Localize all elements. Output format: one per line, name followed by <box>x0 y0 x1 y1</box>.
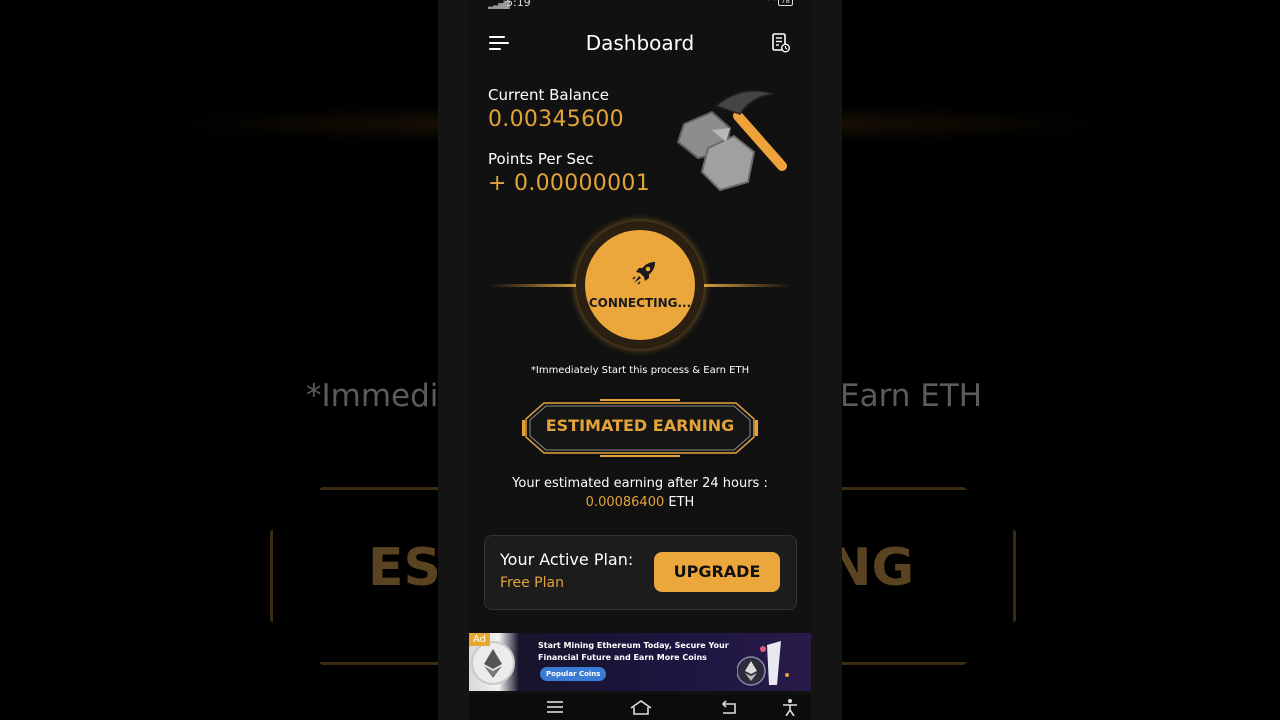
pickaxe-rocks-icon <box>676 90 787 192</box>
mining-start-button[interactable]: CONNECTING... <box>576 221 704 349</box>
points-per-sec-value: + 0.00000001 <box>488 171 650 196</box>
ad-popular-coins-button[interactable]: Popular Coins <box>540 667 607 681</box>
status-bar: ▂▃▅▇ 5:19 ◠ 78 <box>488 0 793 10</box>
estimated-earning-label: ESTIMATED EARNING <box>545 416 735 435</box>
background-echo-left: *Immedi <box>306 378 439 414</box>
active-plan-label: Your Active Plan: <box>500 550 634 569</box>
page-title: Dashboard <box>585 31 695 55</box>
recent-apps-icon[interactable] <box>545 698 565 716</box>
rocket-icon <box>632 262 655 285</box>
estimated-earning-text: Your estimated earning after 24 hours : <box>512 476 768 491</box>
points-per-sec-label: Points Per Sec <box>488 150 594 168</box>
upgrade-button[interactable]: UPGRADE <box>654 552 780 592</box>
current-balance-value: 0.00345600 <box>488 107 624 132</box>
start-hint: *Immediately Start this process & Earn E… <box>530 365 750 376</box>
estimated-earning-info: Your estimated earning after 24 hours : … <box>469 474 811 512</box>
back-icon[interactable] <box>719 698 739 716</box>
ethereum-coin-icon <box>471 641 515 685</box>
estimated-earning-button[interactable]: ESTIMATED EARNING <box>522 399 758 457</box>
mining-button-face: CONNECTING... <box>585 230 695 340</box>
document-history-icon[interactable] <box>772 33 790 53</box>
wifi-icon: ◠ <box>767 0 776 6</box>
navigation-bar <box>469 694 811 720</box>
home-icon[interactable] <box>629 698 653 716</box>
hamburger-menu-icon[interactable] <box>489 36 509 50</box>
estimated-earning-amount-row: 0.00086400 ETH <box>469 493 811 512</box>
estimated-earning-unit: ETH <box>668 495 695 510</box>
background-echo-big-left: ES <box>368 538 441 598</box>
active-plan-card: Your Active Plan: Free Plan UPGRADE <box>484 535 797 610</box>
status-time: 5:19 <box>506 0 531 9</box>
mining-status: CONNECTING... <box>588 296 692 310</box>
estimated-earning-amount: 0.00086400 <box>585 495 665 510</box>
ad-badge: Ad <box>469 633 491 646</box>
active-plan-name: Free Plan <box>500 575 564 591</box>
status-right: ◠ 78 <box>767 0 793 6</box>
ad-text: Start Mining Ethereum Today, Secure Your… <box>538 641 729 662</box>
battery-icon: 78 <box>778 0 793 6</box>
ad-banner[interactable]: Ad Start Mining Ethereum Today, Secure Y… <box>469 633 811 691</box>
current-balance-label: Current Balance <box>488 86 609 104</box>
background-echo-right: Earn ETH <box>840 378 983 414</box>
accessibility-icon[interactable] <box>780 698 800 716</box>
ethereum-art-icon <box>737 641 789 686</box>
